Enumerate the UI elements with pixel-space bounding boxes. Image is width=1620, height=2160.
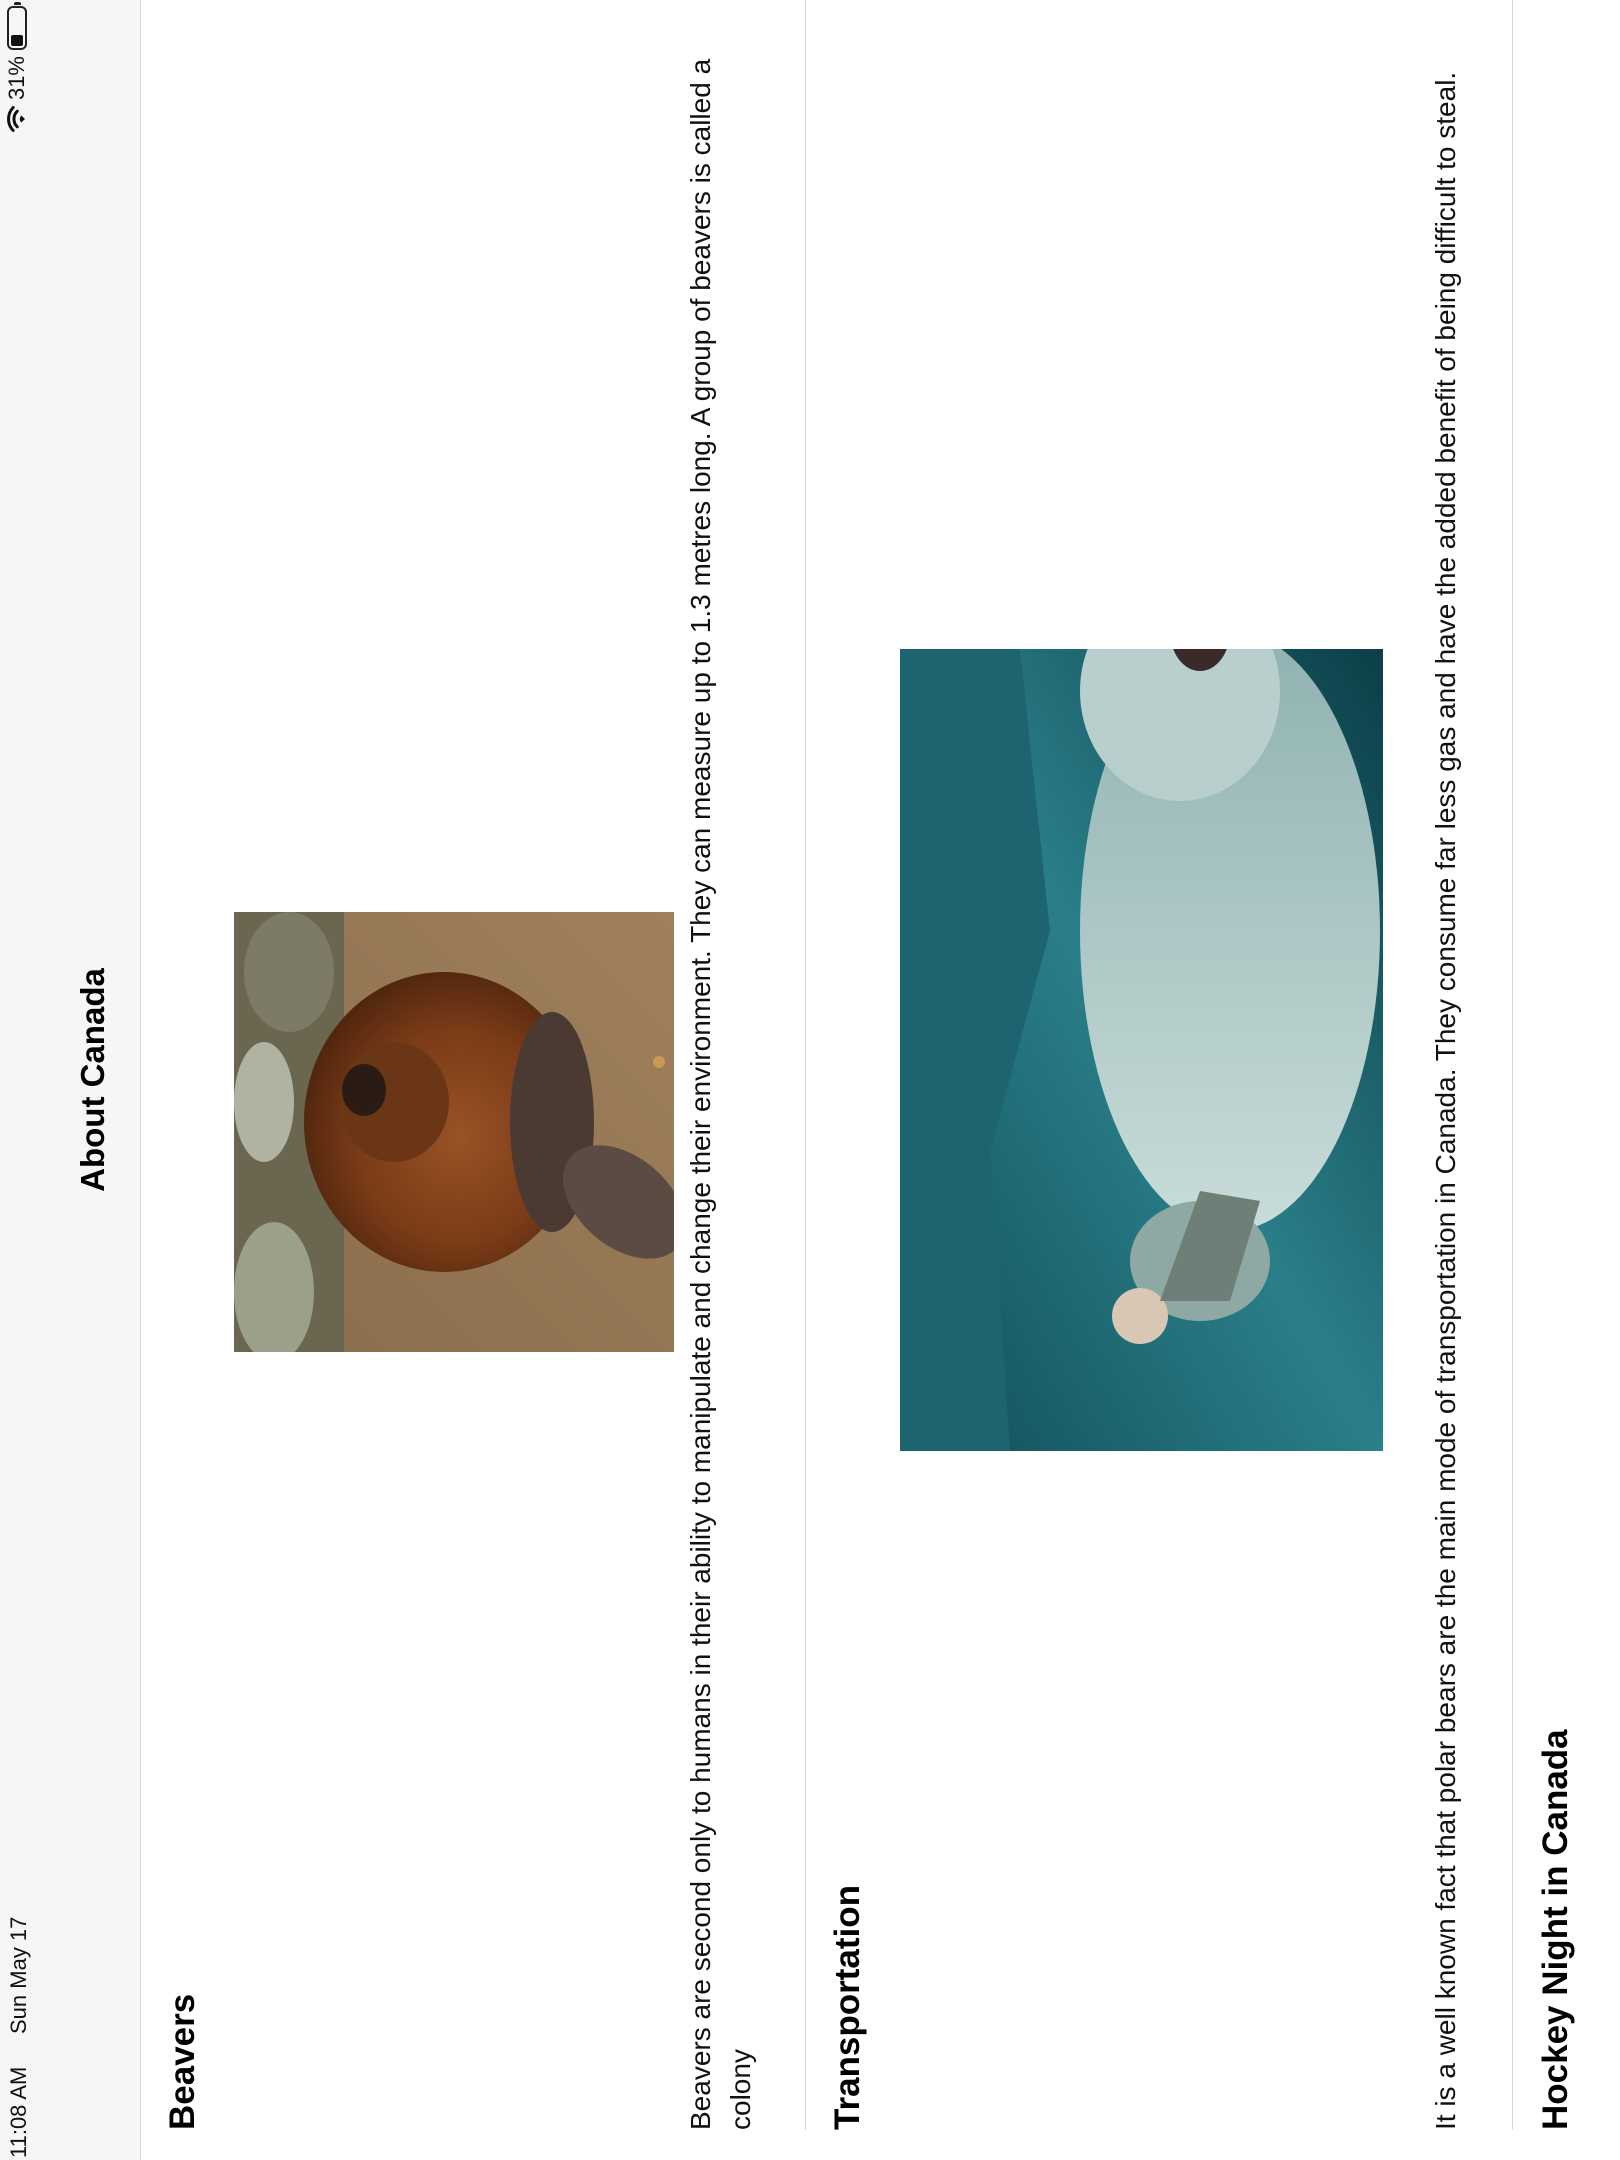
section-hockey: Hockey Night in Canada [1513, 0, 1620, 2130]
section-text: Beavers are second only to humans in the… [685, 58, 756, 2130]
section-heading: Beavers [163, 1993, 202, 2130]
section-heading: Transportation [828, 1884, 867, 2130]
battery-icon [7, 2, 27, 50]
polar-bear-rider-photo [900, 649, 1383, 1451]
page-title: About Canada [74, 968, 111, 1192]
section-heading: Hockey Night in Canada [1536, 1729, 1575, 2130]
status-indicators: 31% [4, 2, 30, 133]
navigation-bar: About Canada [40, 0, 141, 2160]
beaver-photo [234, 912, 674, 1352]
wifi-icon [7, 106, 27, 133]
status-time: 11:08 AM [6, 2066, 31, 2158]
section-transportation: Transportation It is a well known fact t… [806, 0, 1511, 2130]
battery-fill [11, 35, 23, 46]
status-bar: 11:08 AM Sun May 17 31% [0, 0, 40, 2160]
status-date: Sun May 17 [6, 1916, 31, 2034]
section-text: It is a well known fact that polar bears… [1430, 71, 1461, 2130]
screen: 11:08 AM Sun May 17 31% About Canada Bea… [0, 0, 1620, 2160]
scroll-content[interactable]: Beavers Beavers are second only to human… [141, 0, 1620, 2160]
battery-nub [14, 2, 21, 5]
battery-percent: 31% [4, 56, 29, 101]
section-beavers: Beavers Beavers are second only to human… [141, 0, 801, 2130]
